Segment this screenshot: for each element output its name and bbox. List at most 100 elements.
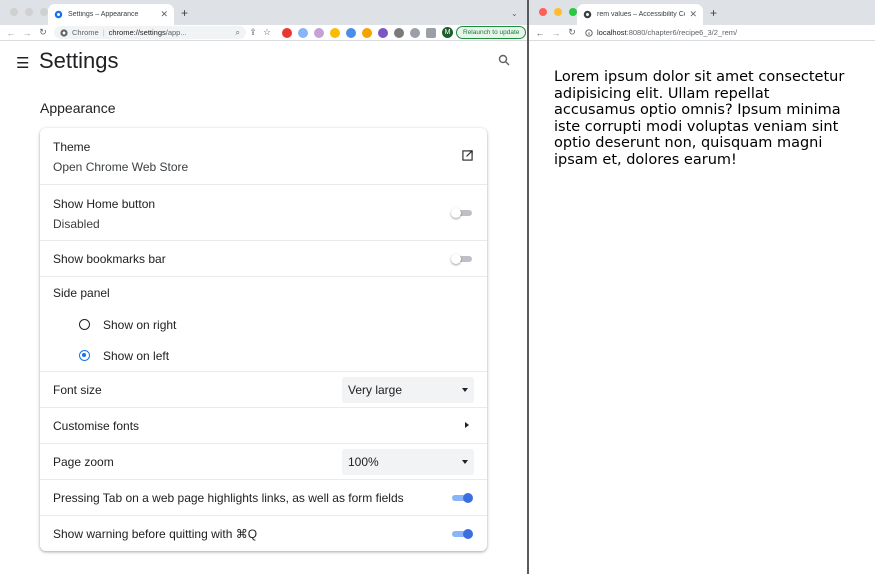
settings-browser-window: Settings – Appearance ✕ + ⌄ ← → ↻ Chrome…	[0, 0, 527, 574]
quit-warning-label: Show warning before quitting with ⌘Q	[53, 527, 258, 541]
forward-arrow-icon[interactable]: →	[19, 28, 35, 38]
appearance-card: Theme Open Chrome Web Store Show Home bu…	[40, 128, 487, 551]
tab-title: Settings – Appearance	[68, 11, 139, 18]
toggle-knob	[451, 254, 461, 264]
browser-toolbar: ← → ↻ Chrome | chrome://settings /app...…	[0, 25, 527, 41]
font-size-select[interactable]: Very large	[342, 377, 474, 403]
url-path: /app...	[165, 28, 187, 37]
tab-highlight-label: Pressing Tab on a web page highlights li…	[53, 491, 404, 505]
chevron-right-icon	[465, 422, 469, 428]
minimize-window-button[interactable]	[554, 8, 562, 16]
body-paragraph: Lorem ipsum dolor sit amet consectetur a…	[554, 69, 845, 168]
side-panel-icon[interactable]	[426, 27, 436, 38]
zoom-window-button[interactable]	[569, 8, 577, 16]
rem-values-browser-window: rem values – Accessibility Co... ✕ + ← →…	[529, 0, 875, 574]
new-tab-button[interactable]: +	[181, 6, 188, 20]
extension-icon[interactable]	[394, 27, 404, 38]
url-host: localhost	[597, 28, 627, 37]
address-bar[interactable]: localhost :8080/chapter6/recipe6_3/2_rem…	[583, 26, 861, 39]
home-button-sub: Disabled	[53, 217, 100, 231]
radio-show-on-left[interactable]	[79, 350, 90, 361]
home-button-toggle[interactable]	[451, 208, 472, 218]
window-controls	[539, 8, 577, 16]
tab-rem-values[interactable]: rem values – Accessibility Co... ✕	[577, 4, 703, 25]
dropdown-caret-icon	[462, 460, 468, 464]
relaunch-to-update-button[interactable]: Relaunch to update	[456, 26, 527, 39]
tab-highlight-toggle[interactable]	[452, 493, 473, 503]
puzzle-extensions-icon[interactable]	[410, 27, 420, 38]
extension-icon[interactable]	[314, 27, 324, 38]
new-tab-button[interactable]: +	[710, 6, 717, 20]
radio-label-show-on-left[interactable]: Show on left	[103, 349, 169, 363]
chrome-icon	[60, 28, 68, 37]
side-panel-label: Side panel	[53, 286, 110, 300]
theme-sub: Open Chrome Web Store	[53, 160, 189, 174]
info-icon	[585, 28, 593, 37]
dropdown-caret-icon	[462, 388, 468, 392]
font-size-row: Font size Very large	[40, 371, 487, 407]
zoom-icon[interactable]: ⌕	[236, 28, 240, 38]
extension-icon[interactable]	[362, 27, 372, 38]
url-host: chrome://settings	[108, 28, 166, 37]
page-zoom-select[interactable]: 100%	[342, 449, 474, 475]
tab-title: rem values – Accessibility Co...	[597, 11, 686, 18]
settings-page: ☰ Settings Appearance Theme Open Chrome …	[0, 42, 527, 574]
back-arrow-icon[interactable]: ←	[532, 28, 548, 38]
menu-hamburger-icon[interactable]: ☰	[16, 54, 29, 72]
page-zoom-value: 100%	[348, 455, 379, 469]
extension-icon[interactable]	[330, 27, 340, 38]
search-icon[interactable]	[498, 54, 510, 66]
tab-strip: Settings – Appearance ✕ + ⌄	[0, 0, 527, 25]
open-in-new-icon[interactable]	[462, 150, 473, 161]
close-tab-icon[interactable]: ✕	[160, 9, 168, 20]
radio-label-show-on-right[interactable]: Show on right	[103, 318, 176, 332]
tab-settings[interactable]: Settings – Appearance ✕	[48, 4, 174, 25]
quit-warning-row[interactable]: Show warning before quitting with ⌘Q	[40, 515, 487, 551]
bookmarks-bar-label: Show bookmarks bar	[53, 252, 166, 266]
minimize-window-button[interactable]	[25, 8, 33, 16]
page-zoom-label: Page zoom	[53, 455, 114, 469]
toggle-knob	[463, 493, 473, 503]
quit-warning-toggle[interactable]	[452, 529, 473, 539]
tab-highlight-row[interactable]: Pressing Tab on a web page highlights li…	[40, 479, 487, 515]
extension-icon[interactable]	[346, 27, 356, 38]
url-rest: :8080/chapter6/recipe6_3/2_rem/	[626, 28, 738, 37]
side-panel-row: Side panel Show on right Show on left	[40, 276, 487, 371]
opera-extension-icon[interactable]	[282, 27, 292, 38]
close-tab-icon[interactable]: ✕	[689, 9, 697, 20]
bookmark-star-icon[interactable]: ☆	[260, 27, 274, 38]
share-icon[interactable]: ⇪	[246, 27, 260, 38]
close-window-button[interactable]	[10, 8, 18, 16]
page-zoom-row: Page zoom 100%	[40, 443, 487, 479]
reload-icon[interactable]: ↻	[564, 27, 580, 38]
profile-avatar[interactable]: M	[442, 27, 453, 38]
customise-fonts-row[interactable]: Customise fonts	[40, 407, 487, 443]
toggle-knob	[451, 208, 461, 218]
page-title: Settings	[39, 48, 119, 73]
tab-strip: rem values – Accessibility Co... ✕ +	[529, 0, 875, 25]
theme-row[interactable]: Theme Open Chrome Web Store	[40, 128, 487, 184]
radio-show-on-right[interactable]	[79, 319, 90, 330]
zoom-window-button[interactable]	[40, 8, 48, 16]
reload-icon[interactable]: ↻	[35, 27, 51, 38]
toggle-knob	[463, 529, 473, 539]
back-arrow-icon[interactable]: ←	[3, 28, 19, 38]
forward-arrow-icon[interactable]: →	[548, 28, 564, 38]
home-button-label: Show Home button	[53, 197, 156, 211]
extension-icon[interactable]	[298, 27, 308, 38]
extension-icon[interactable]	[378, 27, 388, 38]
settings-gear-icon	[54, 10, 63, 19]
font-size-value: Very large	[348, 383, 403, 397]
section-title: Appearance	[40, 100, 116, 116]
bookmarks-bar-toggle[interactable]	[451, 254, 472, 264]
close-window-button[interactable]	[539, 8, 547, 16]
customise-fonts-label: Customise fonts	[53, 419, 140, 433]
font-size-label: Font size	[53, 383, 102, 397]
home-button-row[interactable]: Show Home button Disabled	[40, 184, 487, 240]
globe-icon	[583, 10, 592, 19]
browser-toolbar: ← → ↻ localhost :8080/chapter6/recipe6_3…	[529, 25, 875, 41]
bookmarks-bar-row[interactable]: Show bookmarks bar	[40, 240, 487, 276]
url-scheme-label: Chrome	[72, 28, 99, 37]
tab-search-chevron-icon[interactable]: ⌄	[511, 9, 518, 18]
address-bar[interactable]: Chrome | chrome://settings /app... ⌕	[54, 26, 246, 39]
